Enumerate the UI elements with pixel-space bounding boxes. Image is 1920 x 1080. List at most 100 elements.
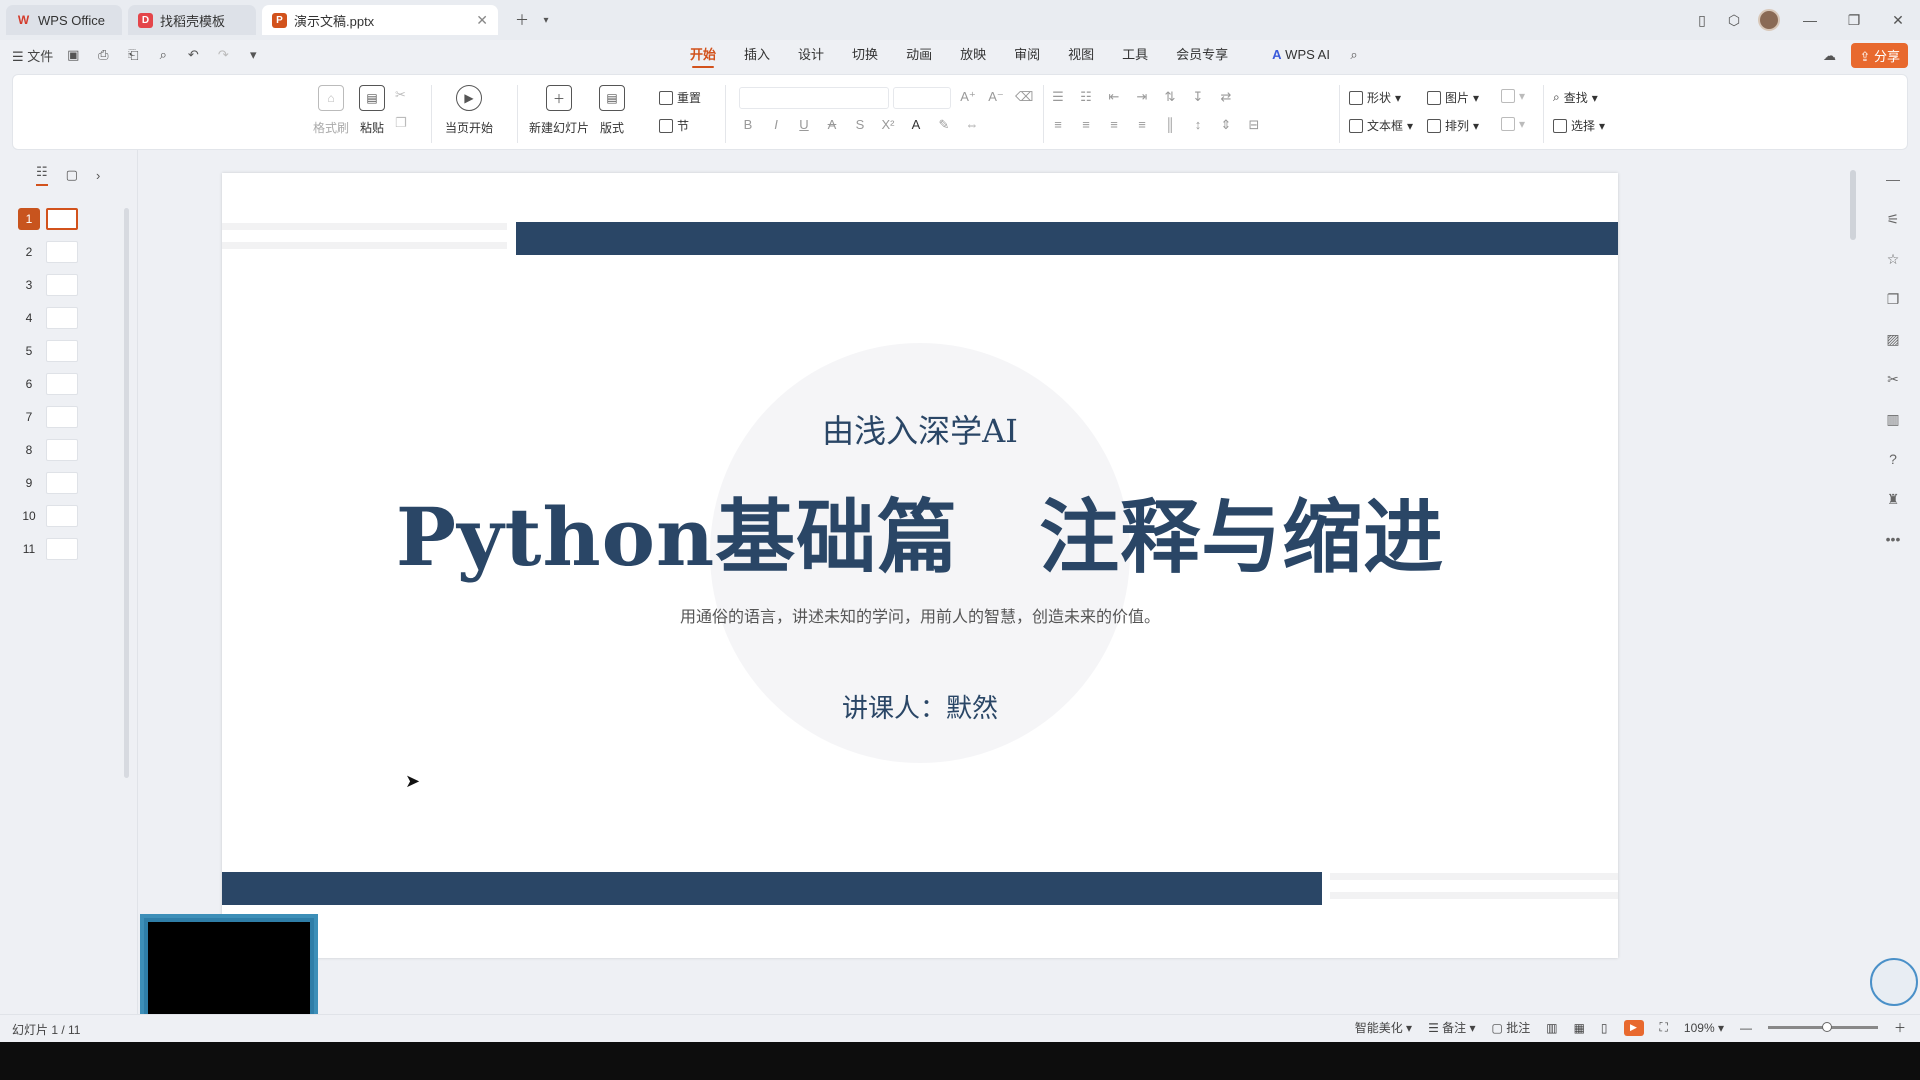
align-center-icon[interactable]: ≡ bbox=[1077, 117, 1095, 133]
char-spacing-icon[interactable]: ⇔ bbox=[963, 117, 981, 133]
print-preview-icon[interactable]: ⌕ bbox=[153, 45, 173, 65]
sort-icon[interactable]: ↧ bbox=[1189, 89, 1207, 105]
assistant-icon[interactable] bbox=[1870, 958, 1918, 1006]
slide-thumbnail[interactable]: 3 bbox=[18, 274, 78, 296]
canvas-scrollbar[interactable] bbox=[1848, 152, 1858, 982]
slide-thumbnail[interactable]: 7 bbox=[18, 406, 78, 428]
help-icon[interactable]: ? bbox=[1882, 448, 1904, 470]
slide-thumbnail[interactable]: 10 bbox=[18, 505, 78, 527]
zoom-out-icon[interactable]: — bbox=[1740, 1021, 1752, 1035]
strikethrough-icon[interactable]: A bbox=[823, 117, 841, 133]
tab-home[interactable]: 开始 bbox=[690, 40, 716, 70]
shirt-icon[interactable]: ♜ bbox=[1882, 488, 1904, 510]
slide-description[interactable]: 用通俗的语言，讲述未知的学问，用前人的智慧，创造未来的价值。 bbox=[222, 603, 1618, 627]
sorter-view-icon[interactable]: ▦ bbox=[1574, 1021, 1585, 1035]
justify-icon[interactable]: ≡ bbox=[1133, 117, 1151, 133]
cube-icon[interactable]: ⬡ bbox=[1718, 4, 1750, 36]
thumbnail-preview[interactable] bbox=[46, 373, 78, 395]
thumbnail-preview[interactable] bbox=[46, 472, 78, 494]
panel-scrollbar[interactable] bbox=[124, 208, 129, 778]
tools-icon[interactable]: ✂ bbox=[1882, 368, 1904, 390]
cloud-sync-icon[interactable]: ☁ bbox=[1819, 46, 1839, 66]
copy-icon[interactable]: ❐ bbox=[395, 115, 407, 131]
slide-thumbnail[interactable]: 4 bbox=[18, 307, 78, 329]
decrease-indent-icon[interactable]: ⇤ bbox=[1105, 89, 1123, 105]
copy-format-icon[interactable]: ❐ bbox=[1882, 288, 1904, 310]
print-icon[interactable]: ⎗ bbox=[123, 45, 143, 65]
line-spacing-icon[interactable]: ↕ bbox=[1189, 117, 1207, 133]
tab-transitions[interactable]: 切换 bbox=[852, 40, 878, 70]
italic-icon[interactable]: I bbox=[767, 117, 785, 133]
collapse-panel-icon[interactable]: › bbox=[96, 168, 100, 183]
numbering-icon[interactable]: ☷ bbox=[1077, 89, 1095, 105]
align-right-icon[interactable]: ≡ bbox=[1105, 117, 1123, 133]
slide-thumbnail[interactable]: 1 bbox=[18, 208, 78, 230]
tab-slideshow[interactable]: 放映 bbox=[960, 40, 986, 70]
wps-ai-button[interactable]: A WPS AI bbox=[1272, 40, 1330, 70]
tab-presentation[interactable]: P 演示文稿.pptx ✕ bbox=[262, 5, 498, 35]
slide-thumbnail[interactable]: 8 bbox=[18, 439, 78, 461]
layout-icon[interactable]: ▯ bbox=[1686, 4, 1718, 36]
fit-window-icon[interactable]: ⛶ bbox=[1660, 1020, 1668, 1035]
export-icon[interactable]: ⎙ bbox=[93, 45, 113, 65]
reading-view-icon[interactable]: ▯ bbox=[1601, 1021, 1608, 1035]
comments-button[interactable]: ▢ 批注 bbox=[1492, 1019, 1531, 1036]
find-button[interactable]: ⌕ 查找 ▾ bbox=[1553, 89, 1598, 106]
zoom-slider[interactable] bbox=[1767, 1022, 1878, 1032]
superscript-icon[interactable]: X² bbox=[879, 117, 897, 133]
customize-icon[interactable]: ▾ bbox=[243, 45, 263, 65]
file-menu[interactable]: ☰ 文件 bbox=[12, 46, 53, 65]
chevron-down-icon[interactable]: ▾ bbox=[538, 4, 554, 36]
zoom-level[interactable]: 109% ▾ bbox=[1684, 1021, 1724, 1035]
bullets-icon[interactable]: ☰ bbox=[1049, 89, 1067, 105]
scrollbar-thumb[interactable] bbox=[1850, 170, 1856, 240]
font-family-select[interactable] bbox=[739, 87, 889, 109]
thumbnail-preview[interactable] bbox=[46, 340, 78, 362]
format-painter-button[interactable]: ⌂ 格式刷 bbox=[313, 81, 349, 136]
slideshow-play-button[interactable]: ▶ bbox=[1623, 1019, 1644, 1036]
underline-icon[interactable]: U bbox=[795, 117, 813, 133]
minimize-icon[interactable]: — bbox=[1788, 4, 1832, 36]
layout-button[interactable]: ▤ 版式 bbox=[599, 81, 626, 136]
close-tab-icon[interactable]: ✕ bbox=[476, 12, 488, 29]
increase-indent-icon[interactable]: ⇥ bbox=[1133, 89, 1151, 105]
tab-insert[interactable]: 插入 bbox=[744, 40, 770, 70]
thumbnail-preview[interactable] bbox=[46, 208, 78, 230]
tab-animations[interactable]: 动画 bbox=[906, 40, 932, 70]
picture-button[interactable]: 图片 ▾ bbox=[1427, 89, 1479, 106]
thumbnail-preview[interactable] bbox=[46, 307, 78, 329]
text-direction-icon[interactable]: ⇅ bbox=[1161, 89, 1179, 105]
image-edit-icon[interactable]: ▨ bbox=[1882, 328, 1904, 350]
tab-review[interactable]: 审阅 bbox=[1014, 40, 1040, 70]
reset-button[interactable]: 重置 bbox=[659, 89, 701, 106]
slide-thumbnail[interactable]: 2 bbox=[18, 241, 78, 263]
convert-icon[interactable]: ⇄ bbox=[1217, 89, 1235, 105]
tab-wps-office[interactable]: W WPS Office bbox=[6, 5, 122, 35]
fill-button[interactable]: ▾ bbox=[1501, 89, 1525, 103]
slide-lecturer[interactable]: 讲课人：默然 bbox=[222, 688, 1618, 725]
shrink-font-icon[interactable]: A⁻ bbox=[987, 89, 1005, 105]
tab-tools[interactable]: 工具 bbox=[1122, 40, 1148, 70]
smart-beautify-button[interactable]: 智能美化 ▾ bbox=[1355, 1019, 1412, 1036]
outline-button[interactable]: ▾ bbox=[1501, 117, 1525, 131]
slide-thumbnail[interactable]: 6 bbox=[18, 373, 78, 395]
bold-icon[interactable]: B bbox=[739, 117, 757, 133]
slide-thumbnail[interactable]: 9 bbox=[18, 472, 78, 494]
slide-view-icon[interactable]: ▢ bbox=[66, 167, 78, 183]
outline-view-icon[interactable]: ☷ bbox=[36, 164, 48, 186]
slide-canvas[interactable]: 由浅入深学AI Python基础篇 注释与缩进 用通俗的语言，讲述未知的学问，用… bbox=[222, 173, 1618, 958]
slide-thumbnail[interactable]: 5 bbox=[18, 340, 78, 362]
columns-icon[interactable]: ║ bbox=[1161, 117, 1179, 133]
font-color-icon[interactable]: A bbox=[907, 117, 925, 133]
section-button[interactable]: 节 bbox=[659, 117, 689, 134]
arrange-button[interactable]: 排列 ▾ bbox=[1427, 117, 1479, 134]
textbox-button[interactable]: 文本框 ▾ bbox=[1349, 117, 1413, 134]
undo-icon[interactable]: ↶ bbox=[183, 45, 203, 65]
align-left-icon[interactable]: ≡ bbox=[1049, 117, 1067, 133]
tab-docer-templates[interactable]: D 找稻壳模板 bbox=[128, 5, 256, 35]
cut-icon[interactable]: ✂ bbox=[395, 87, 407, 103]
thumbnail-preview[interactable] bbox=[46, 274, 78, 296]
more-icon[interactable]: ••• bbox=[1882, 528, 1904, 550]
star-icon[interactable]: ☆ bbox=[1882, 248, 1904, 270]
new-tab-icon[interactable]: ＋ bbox=[506, 4, 538, 36]
